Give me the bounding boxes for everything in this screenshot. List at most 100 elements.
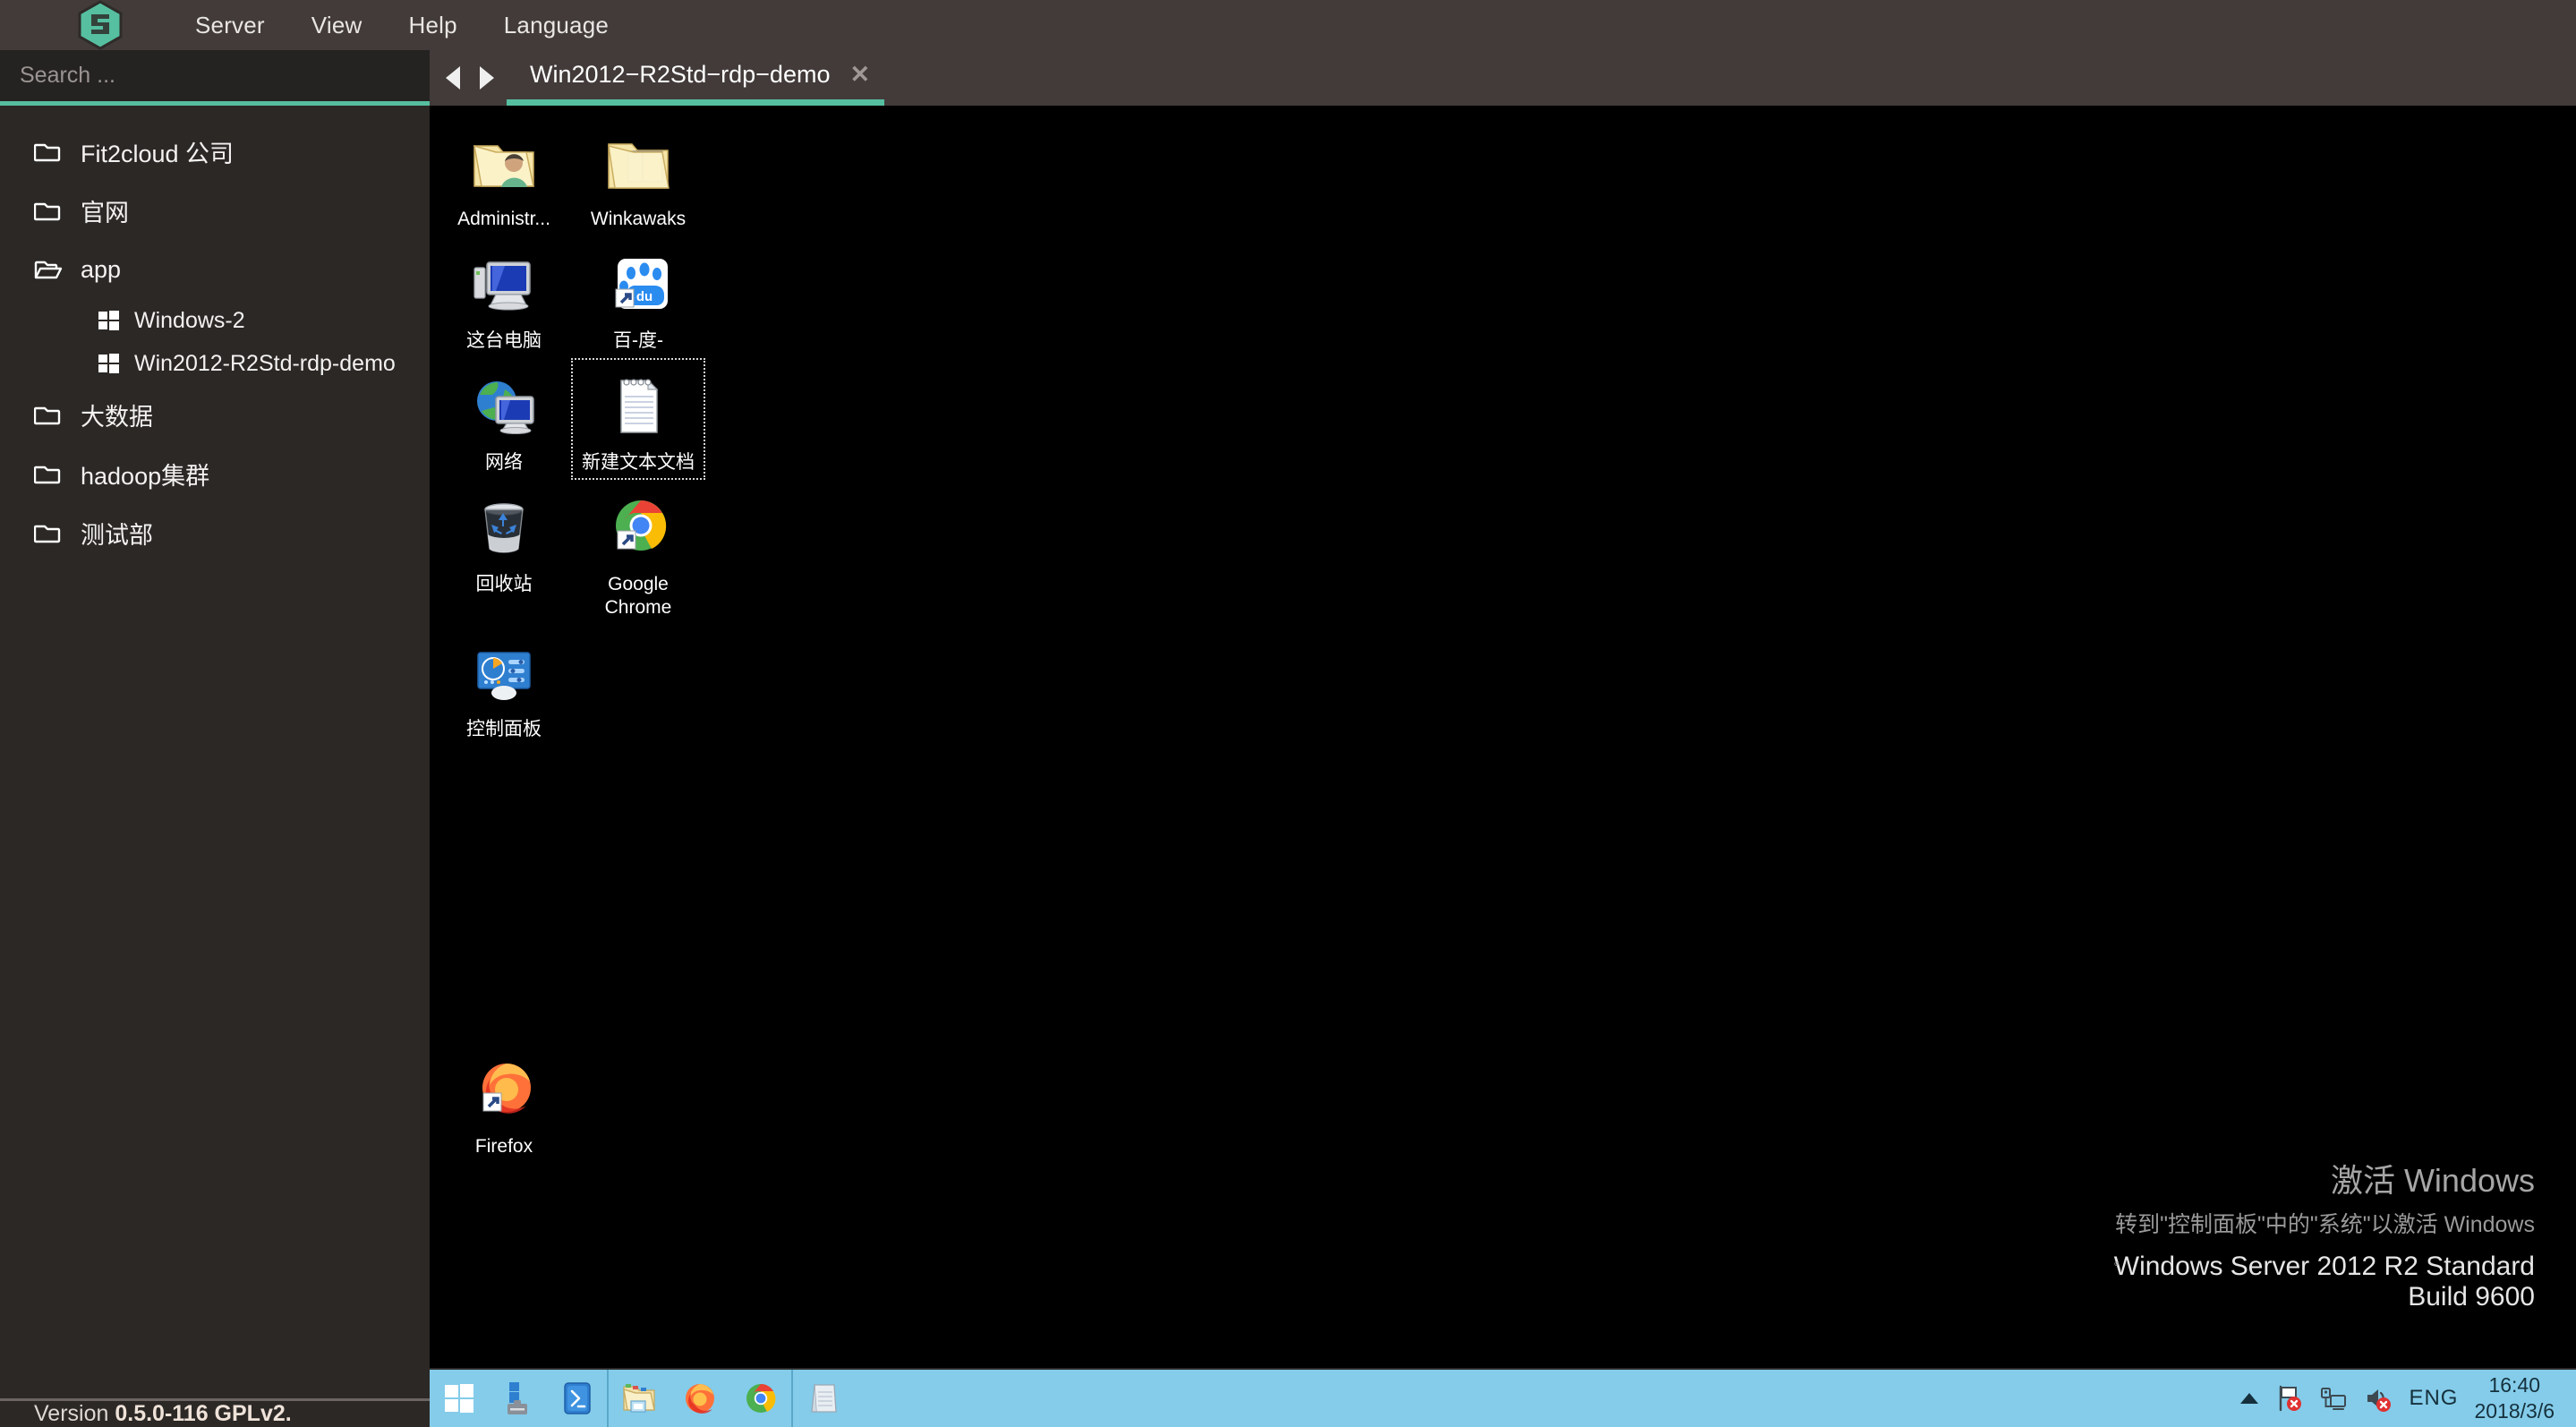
tree-item-label: Windows-2 xyxy=(134,307,245,333)
file-explorer-icon xyxy=(623,1384,655,1413)
tree-item-label: Fit2cloud 公司 xyxy=(81,140,235,167)
search-input[interactable] xyxy=(0,63,430,89)
desktop-icon-label: 回收站 xyxy=(475,574,533,594)
server-manager-icon xyxy=(508,1382,527,1414)
desktop-icon-label: 网络 xyxy=(485,452,523,473)
desktop-icon-google-chrome[interactable]: Google Chrome xyxy=(571,480,705,625)
desktop-icon-label: 控制面板 xyxy=(466,719,542,739)
desktop-icon-baidu[interactable]: du 百-度- xyxy=(571,236,705,358)
action-center-flag-error-icon[interactable] xyxy=(2274,1384,2303,1413)
tree-item-app[interactable]: app xyxy=(0,240,430,299)
tree-item-label: app xyxy=(81,255,122,283)
desktop-icon-row: 网络 新建文本文档 xyxy=(437,358,705,480)
desktop-icon-label: Google Chrome xyxy=(604,574,672,618)
tree-item-windows-2[interactable]: Windows-2 xyxy=(0,299,430,342)
firefox-shortcut-icon xyxy=(469,1049,539,1132)
version-bar: Version 0.5.0-116 GPLv2. xyxy=(0,1398,430,1427)
desktop-icon-row: 回收站 Google Chrome xyxy=(437,480,705,625)
volume-muted-icon[interactable] xyxy=(2364,1384,2393,1413)
tree-item-hadoop-cluster[interactable]: hadoop集群 xyxy=(0,444,430,503)
folder-files-icon xyxy=(603,122,673,204)
menu-view[interactable]: View xyxy=(288,6,386,45)
guacamole-logo-icon xyxy=(78,0,123,50)
watermark-subtitle: 转到"控制面板"中的"系统"以激活 Windows xyxy=(2115,1212,2535,1237)
close-icon[interactable]: ✕ xyxy=(849,61,870,89)
folder-closed-icon xyxy=(34,403,81,426)
arrow-left-icon[interactable] xyxy=(446,66,460,90)
clock[interactable]: 16:40 2018/3/6 xyxy=(2474,1372,2555,1424)
chrome-shortcut-icon xyxy=(603,487,673,569)
server-manager-button[interactable] xyxy=(489,1370,548,1427)
desktop-icon-firefox[interactable]: Firefox xyxy=(437,1042,571,1164)
chevron-up-icon[interactable] xyxy=(2240,1393,2259,1404)
watermark-edition: Windows Server 2012 R2 Standard xyxy=(2113,1252,2535,1281)
desktop-icon-winkawaks[interactable]: Winkawaks xyxy=(571,115,705,236)
menu-server[interactable]: Server xyxy=(172,6,288,45)
desktop-icon-row: Firefox xyxy=(437,1042,705,1164)
language-indicator[interactable]: ENG xyxy=(2409,1386,2458,1411)
tree-item-label: 测试部 xyxy=(81,521,153,549)
desktop-icon-label: Winkawaks xyxy=(590,209,687,229)
taskbar-running-apps xyxy=(793,1370,854,1427)
desktop-icon-label: Administr... xyxy=(457,209,550,229)
desktop-icon-this-pc[interactable]: 这台电脑 xyxy=(437,236,571,358)
taskbar-pinned-left xyxy=(430,1370,607,1427)
taskbar-pinned-apps xyxy=(609,1370,791,1427)
windows-activation-watermark: 激活 Windows 转到"控制面板"中的"系统"以激活 Windows Win… xyxy=(2114,1155,2535,1312)
desktop-icon-recycle-bin[interactable]: 回收站 xyxy=(437,480,571,625)
clock-time: 16:40 xyxy=(2488,1373,2541,1397)
tree-item-win2012-r2std-rdp-demo[interactable]: Win2012-R2Std-rdp-demo xyxy=(0,342,430,385)
notepad-button[interactable] xyxy=(793,1370,854,1427)
menu-language[interactable]: Language xyxy=(481,6,632,45)
desktop-icon-new-text-document[interactable]: 新建文本文档 xyxy=(571,358,705,480)
tree-item-bigdata[interactable]: 大数据 xyxy=(0,385,430,444)
chrome-button[interactable] xyxy=(730,1370,791,1427)
tab-bar: Win2012−R2Std−rdp−demo ✕ xyxy=(430,50,2576,106)
desktop-icon-row: Administr... Winkawaks xyxy=(437,115,705,236)
this-pc-icon xyxy=(469,244,539,326)
folder-closed-icon xyxy=(34,521,81,544)
folder-closed-icon xyxy=(34,199,81,222)
tab-win2012-r2std-rdp-demo[interactable]: Win2012−R2Std−rdp−demo ✕ xyxy=(507,50,885,106)
network-icon xyxy=(469,365,539,448)
version-prefix: Version xyxy=(34,1401,115,1426)
control-panel-icon xyxy=(469,632,539,714)
watermark-dot: 。 xyxy=(2113,1253,2127,1268)
tab-nav xyxy=(430,50,507,106)
file-explorer-button[interactable] xyxy=(609,1370,670,1427)
menu-help[interactable]: Help xyxy=(385,6,480,45)
desktop-icon-row: 控制面板 xyxy=(437,625,705,747)
watermark-title: 激活 Windows xyxy=(2330,1162,2535,1199)
text-document-icon xyxy=(603,365,673,448)
menu-bar: Server View Help Language xyxy=(0,0,2576,50)
app-logo[interactable] xyxy=(55,0,145,50)
tree-item-test-department[interactable]: 测试部 xyxy=(0,503,430,562)
recycle-bin-icon xyxy=(469,487,539,569)
network-status-icon[interactable] xyxy=(2319,1384,2348,1413)
version-label: Version 0.5.0-116 GPLv2. xyxy=(34,1401,292,1427)
baidu-shortcut-icon: du xyxy=(603,244,673,326)
desktop-icon-grid: Administr... Winkawaks 这台电脑 du 百-度- 网络 新… xyxy=(437,115,705,1164)
windows-icon xyxy=(98,353,134,374)
tree-item-label: Win2012-R2Std-rdp-demo xyxy=(134,350,396,376)
windows-taskbar: ENG 16:40 2018/3/6 xyxy=(430,1368,2576,1427)
tree-item-guanwang[interactable]: 官网 xyxy=(0,181,430,240)
tree-item-label: 官网 xyxy=(81,199,129,226)
powershell-icon xyxy=(564,1382,591,1414)
arrow-right-icon[interactable] xyxy=(480,66,494,90)
tree-item-fit2cloud[interactable]: Fit2cloud 公司 xyxy=(0,122,430,181)
tree-item-label: hadoop集群 xyxy=(81,462,210,490)
desktop-grid-spacer xyxy=(437,747,705,1042)
connection-tree: Fit2cloud 公司 官网 app Windows-2 Win2012-R2… xyxy=(0,106,430,562)
application-window: Server View Help Language Fit2cloud 公司 官… xyxy=(0,0,2576,1427)
chrome-icon xyxy=(746,1383,776,1413)
powershell-button[interactable] xyxy=(548,1370,607,1427)
start-button[interactable] xyxy=(430,1370,489,1427)
desktop-icon-control-panel[interactable]: 控制面板 xyxy=(437,625,571,747)
desktop-icon-network[interactable]: 网络 xyxy=(437,358,571,480)
desktop-icon-administrator[interactable]: Administr... xyxy=(437,115,571,236)
firefox-button[interactable] xyxy=(670,1370,730,1427)
tab-label: Win2012−R2Std−rdp−demo xyxy=(530,61,831,88)
remote-desktop-canvas[interactable]: Administr... Winkawaks 这台电脑 du 百-度- 网络 新… xyxy=(430,106,2576,1368)
desktop-icon-label: Firefox xyxy=(474,1136,533,1157)
